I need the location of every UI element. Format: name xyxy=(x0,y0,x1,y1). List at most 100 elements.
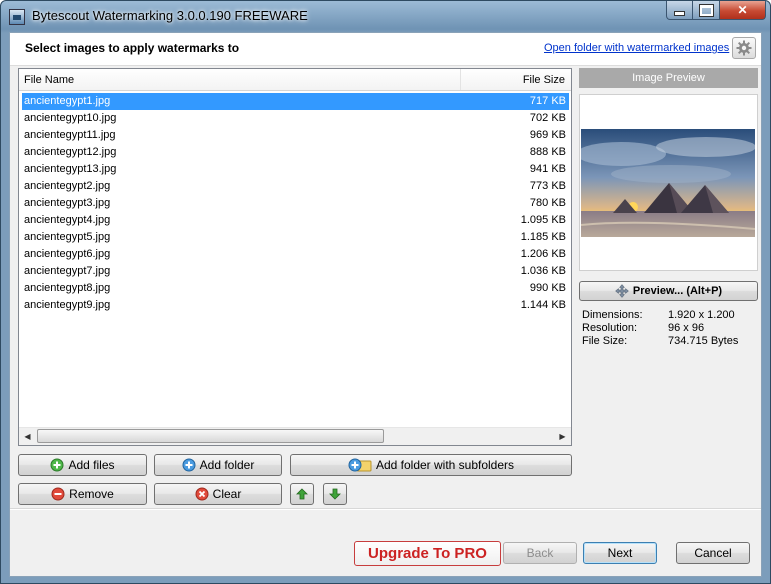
table-row[interactable]: ancientegypt2.jpg 773 KB xyxy=(22,178,569,195)
file-name-cell: ancientegypt10.jpg xyxy=(24,112,117,124)
title-bar[interactable]: Bytescout Watermarking 3.0.0.190 FREEWAR… xyxy=(1,1,770,33)
minimize-button[interactable] xyxy=(666,1,693,20)
move-icon xyxy=(615,284,629,298)
file-size-cell: 1.144 KB xyxy=(520,299,566,311)
file-size-cell: 941 KB xyxy=(529,163,566,175)
up-arrow-icon xyxy=(296,488,308,500)
maximize-button[interactable] xyxy=(693,1,720,20)
file-size-cell: 1.036 KB xyxy=(520,265,566,277)
filesize-value: 734.715 Bytes xyxy=(668,335,739,347)
add-folder-label: Add folder xyxy=(199,458,255,472)
file-name-cell: ancientegypt6.jpg xyxy=(24,248,111,260)
close-button[interactable]: ✕ xyxy=(720,1,766,20)
column-file-size[interactable]: File Size xyxy=(461,69,571,90)
filesize-label: File Size: xyxy=(582,335,628,347)
file-size-cell: 1.206 KB xyxy=(520,248,566,260)
maximize-icon xyxy=(698,3,714,17)
remove-label: Remove xyxy=(69,487,114,501)
upgrade-button[interactable]: Upgrade To PRO xyxy=(354,541,501,566)
add-files-label: Add files xyxy=(68,458,115,472)
add-icon xyxy=(50,458,64,472)
add-folder-button[interactable]: Add folder xyxy=(154,454,282,476)
file-name-cell: ancientegypt1.jpg xyxy=(24,95,111,107)
remove-icon xyxy=(51,487,65,501)
table-row[interactable]: ancientegypt13.jpg 941 KB xyxy=(22,161,569,178)
app-window: Bytescout Watermarking 3.0.0.190 FREEWAR… xyxy=(0,0,771,584)
remove-button[interactable]: Remove xyxy=(18,483,147,505)
settings-button[interactable] xyxy=(732,37,756,59)
table-row[interactable]: ancientegypt1.jpg 717 KB xyxy=(22,93,569,110)
table-row[interactable]: ancientegypt8.jpg 990 KB xyxy=(22,280,569,297)
table-row[interactable]: ancientegypt12.jpg 888 KB xyxy=(22,144,569,161)
caption-buttons: ✕ xyxy=(666,1,766,21)
file-size-cell: 773 KB xyxy=(529,180,566,192)
add-folder-icon xyxy=(182,458,196,472)
file-size-cell: 702 KB xyxy=(529,112,566,124)
file-name-cell: ancientegypt2.jpg xyxy=(24,180,111,192)
table-row[interactable]: ancientegypt7.jpg 1.036 KB xyxy=(22,263,569,280)
file-size-cell: 990 KB xyxy=(529,282,566,294)
back-button[interactable]: Back xyxy=(503,542,577,564)
table-row[interactable]: ancientegypt3.jpg 780 KB xyxy=(22,195,569,212)
file-list[interactable]: File Name File Size ancientegypt1.jpg 717… xyxy=(18,68,572,446)
add-files-button[interactable]: Add files xyxy=(18,454,147,476)
column-file-name[interactable]: File Name xyxy=(19,69,461,90)
resolution-label: Resolution: xyxy=(582,322,638,334)
preview-image xyxy=(581,129,755,237)
file-name-cell: ancientegypt5.jpg xyxy=(24,231,111,243)
table-row[interactable]: ancientegypt6.jpg 1.206 KB xyxy=(22,246,569,263)
clear-icon xyxy=(195,487,209,501)
file-size-cell: 780 KB xyxy=(529,197,566,209)
footer-separator xyxy=(10,508,761,510)
table-row[interactable]: ancientegypt4.jpg 1.095 KB xyxy=(22,212,569,229)
move-down-button[interactable] xyxy=(323,483,347,505)
move-up-button[interactable] xyxy=(290,483,314,505)
preview-button[interactable]: Preview... (Alt+P) xyxy=(579,281,758,301)
resolution-value: 96 x 96 xyxy=(668,322,705,334)
file-name-cell: ancientegypt3.jpg xyxy=(24,197,111,209)
next-button[interactable]: Next xyxy=(583,542,657,564)
close-icon: ✕ xyxy=(737,3,748,17)
file-name-cell: ancientegypt8.jpg xyxy=(24,282,111,294)
app-icon[interactable] xyxy=(9,9,25,25)
dimensions-label: Dimensions: xyxy=(582,309,643,321)
horizontal-scrollbar[interactable]: ◀ ▶ xyxy=(19,427,571,445)
clear-label: Clear xyxy=(212,487,242,501)
table-row[interactable]: ancientegypt9.jpg 1.144 KB xyxy=(22,297,569,314)
window-title: Bytescout Watermarking 3.0.0.190 FREEWAR… xyxy=(32,8,308,23)
minimize-icon xyxy=(674,10,685,16)
file-name-cell: ancientegypt11.jpg xyxy=(24,129,116,141)
file-size-cell: 969 KB xyxy=(529,129,566,141)
file-name-cell: ancientegypt13.jpg xyxy=(24,163,117,175)
scroll-right-button[interactable]: ▶ xyxy=(554,428,571,444)
header-panel: Select images to apply watermarks to Ope… xyxy=(10,33,761,66)
file-size-cell: 1.095 KB xyxy=(520,214,566,226)
page-title: Select images to apply watermarks to xyxy=(25,41,240,55)
file-size-cell: 888 KB xyxy=(529,146,566,158)
open-folder-link[interactable]: Open folder with watermarked images xyxy=(544,42,729,54)
add-subfolder-icon xyxy=(348,458,372,472)
list-rows: ancientegypt1.jpg 717 KB ancientegypt10.jp… xyxy=(22,93,569,314)
add-folder-subfolders-label: Add folder with subfolders xyxy=(375,458,515,472)
client-area: Select images to apply watermarks to Ope… xyxy=(9,32,762,577)
file-size-cell: 717 KB xyxy=(529,95,566,107)
chevron-right-icon: ▶ xyxy=(559,431,566,441)
image-preview-title: Image Preview xyxy=(579,68,758,88)
file-name-cell: ancientegypt4.jpg xyxy=(24,214,111,226)
chevron-left-icon: ◀ xyxy=(24,431,31,441)
scroll-thumb[interactable] xyxy=(37,429,384,443)
dimensions-value: 1.920 x 1.200 xyxy=(668,309,735,321)
scroll-left-button[interactable]: ◀ xyxy=(19,428,36,444)
down-arrow-icon xyxy=(329,488,341,500)
image-preview-panel xyxy=(579,94,758,271)
gear-icon xyxy=(736,40,752,56)
file-name-cell: ancientegypt7.jpg xyxy=(24,265,111,277)
preview-button-label: Preview... (Alt+P) xyxy=(632,285,723,297)
file-name-cell: ancientegypt9.jpg xyxy=(24,299,111,311)
table-row[interactable]: ancientegypt10.jpg 702 KB xyxy=(22,110,569,127)
cancel-button[interactable]: Cancel xyxy=(676,542,750,564)
table-row[interactable]: ancientegypt11.jpg 969 KB xyxy=(22,127,569,144)
clear-button[interactable]: Clear xyxy=(154,483,282,505)
add-folder-subfolders-button[interactable]: Add folder with subfolders xyxy=(290,454,572,476)
table-row[interactable]: ancientegypt5.jpg 1.185 KB xyxy=(22,229,569,246)
